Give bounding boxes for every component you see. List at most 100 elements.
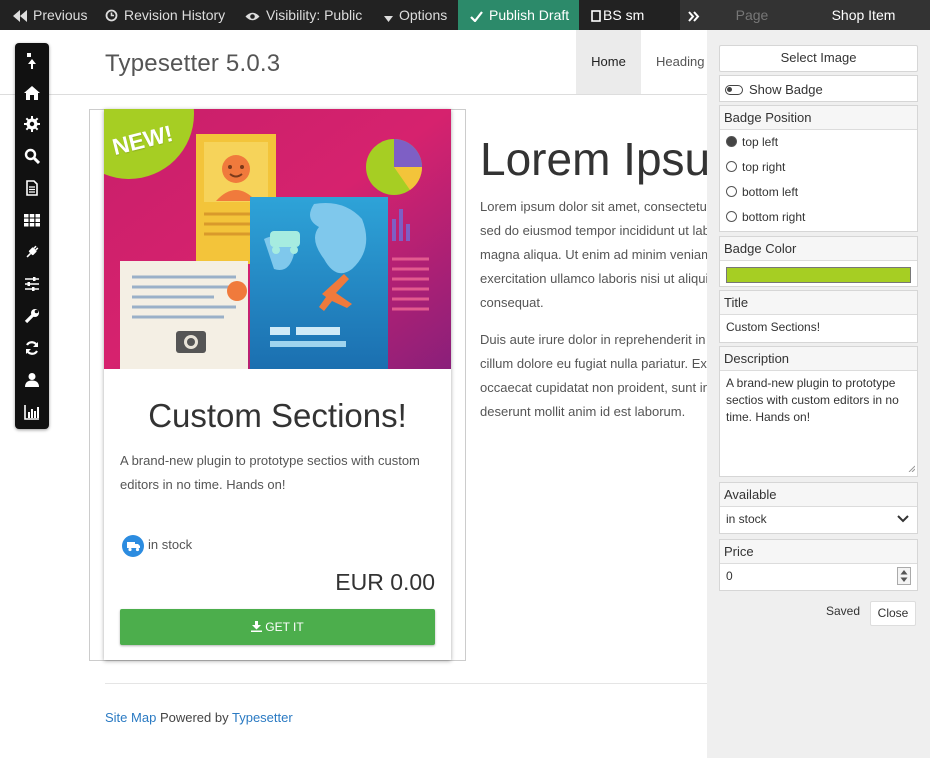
radio-selected-icon[interactable] xyxy=(726,136,737,147)
lorem-paragraph-1: Lorem ipsum dolor sit amet, consectetur … xyxy=(480,195,707,315)
radio-top-left[interactable]: top left xyxy=(720,130,917,155)
screen-icon xyxy=(591,10,601,22)
previous-label: Previous xyxy=(33,7,88,23)
gear-icon[interactable] xyxy=(24,116,40,132)
description-field-group: Description A brand-new plugin to protot… xyxy=(719,346,918,477)
description-text: A brand-new plugin to prototype sectios … xyxy=(726,376,899,424)
text-line: exercitation ullamco laboris nisi ut ali… xyxy=(480,271,707,286)
close-button[interactable]: Close xyxy=(870,601,916,626)
card-title: Custom Sections! xyxy=(148,397,407,434)
text-line: cillum dolore eu fugiat nulla pariatur. … xyxy=(480,356,707,371)
radio-bottom-left[interactable]: bottom left xyxy=(720,180,917,205)
badge-color-swatch[interactable] xyxy=(726,267,911,283)
grid-icon[interactable] xyxy=(24,212,40,228)
revision-history-label: Revision History xyxy=(124,7,226,23)
card-description: A brand-new plugin to prototype sectios … xyxy=(120,453,420,492)
move-icon[interactable] xyxy=(24,53,40,69)
bs-size-button[interactable]: BS sm xyxy=(591,0,644,30)
options-button[interactable]: Options xyxy=(384,0,447,30)
select-image-button[interactable]: Select Image xyxy=(719,45,918,72)
show-badge-toggle[interactable]: Show Badge xyxy=(719,75,918,102)
radio-top-right[interactable]: top right xyxy=(720,155,917,180)
available-value: in stock xyxy=(726,512,767,526)
get-it-label: GET IT xyxy=(265,620,304,634)
previous-button[interactable]: Previous xyxy=(13,0,87,30)
double-chevron-right-icon xyxy=(687,11,699,22)
radio-icon[interactable] xyxy=(726,161,737,172)
site-brand[interactable]: Typesetter 5.0.3 xyxy=(105,50,280,78)
shop-item-card[interactable]: NEW! Custom Sections! A brand-new plugin… xyxy=(104,109,451,660)
refresh-icon[interactable] xyxy=(24,340,40,356)
radio-label: top left xyxy=(742,135,779,149)
plug-icon[interactable] xyxy=(24,244,40,260)
radio-label: top right xyxy=(742,160,786,174)
footer-divider xyxy=(105,683,707,684)
site-header: Typesetter 5.0.3 Home Heading xyxy=(0,30,707,95)
eye-icon xyxy=(245,12,260,21)
expand-panel-button[interactable] xyxy=(680,0,707,30)
radio-label: bottom left xyxy=(742,185,799,199)
spinner-arrows-icon[interactable] xyxy=(898,568,910,584)
description-textarea[interactable]: A brand-new plugin to prototype sectios … xyxy=(720,371,917,474)
radio-icon[interactable] xyxy=(726,186,737,197)
price-label: Price xyxy=(720,540,917,564)
tab-page[interactable]: Page xyxy=(707,0,797,30)
tab-shop-item[interactable]: Shop Item xyxy=(797,0,930,30)
title-input[interactable]: Custom Sections! xyxy=(720,315,917,339)
sliders-icon[interactable] xyxy=(24,276,40,292)
text-line: Duis aute irure dolor in reprehenderit i… xyxy=(480,332,707,347)
nav-item-heading[interactable]: Heading xyxy=(656,30,704,94)
text-line: magna aliqua. Ut enim ad minim veniam, q… xyxy=(480,247,707,262)
toggle-on-icon[interactable] xyxy=(725,85,743,95)
bs-size-label: BS sm xyxy=(603,7,645,23)
show-badge-label: Show Badge xyxy=(749,82,823,97)
resize-handle-icon[interactable] xyxy=(908,465,915,472)
price-value: 0 xyxy=(726,569,733,583)
visibility-button[interactable]: Visibility: Public xyxy=(245,0,362,30)
site-footer: Site Map Powered by Typesetter xyxy=(105,710,293,725)
number-spinner[interactable] xyxy=(897,567,911,585)
available-label: Available xyxy=(720,483,917,507)
text-line: sed do eiusmod tempor incididunt ut labo… xyxy=(480,223,707,238)
product-image: NEW! xyxy=(104,109,451,369)
nav-item-home[interactable]: Home xyxy=(576,30,641,94)
wrench-icon[interactable] xyxy=(24,308,40,324)
search-icon[interactable] xyxy=(24,148,41,165)
options-label: Options xyxy=(399,7,448,23)
sitemap-link[interactable]: Site Map xyxy=(105,710,156,725)
visibility-label: Visibility: Public xyxy=(266,7,363,23)
stock-label: in stock xyxy=(148,537,193,552)
get-it-button[interactable]: GET IT xyxy=(120,609,435,645)
bar-chart-icon[interactable] xyxy=(24,404,40,420)
user-icon[interactable] xyxy=(24,372,40,388)
badge-position-group: Badge Position top left top right bottom… xyxy=(719,105,918,232)
history-icon xyxy=(105,9,118,22)
text-line: Lorem ipsum dolor sit amet, consectetur … xyxy=(480,199,707,214)
typesetter-link[interactable]: Typesetter xyxy=(232,710,293,725)
home-icon[interactable] xyxy=(24,85,40,101)
chevron-down-icon xyxy=(897,515,909,523)
price-field-group: Price 0 xyxy=(719,539,918,591)
available-select[interactable]: in stock xyxy=(720,507,917,531)
available-field-group: Available in stock xyxy=(719,482,918,534)
revision-history-button[interactable]: Revision History xyxy=(105,0,225,30)
badge-color-group: Badge Color xyxy=(719,236,918,287)
title-field-group: Title Custom Sections! xyxy=(719,290,918,343)
stock-status: in stock xyxy=(122,534,193,557)
saved-status: Saved xyxy=(826,604,861,618)
radio-bottom-right[interactable]: bottom right xyxy=(720,205,917,230)
lorem-paragraph-2: Duis aute irure dolor in reprehenderit i… xyxy=(480,328,707,424)
text-line: occaecat cupidatat non proident, sunt in… xyxy=(480,380,707,395)
new-badge-text: NEW! xyxy=(109,119,176,161)
admin-tool-strip xyxy=(15,43,49,429)
card-price: EUR 0.00 xyxy=(335,569,435,595)
publish-draft-button[interactable]: Publish Draft xyxy=(458,0,579,30)
powered-by-text: Powered by xyxy=(159,710,229,725)
radio-icon[interactable] xyxy=(726,211,737,222)
badge-position-label: Badge Position xyxy=(720,106,917,130)
document-icon[interactable] xyxy=(24,180,40,196)
badge-color-label: Badge Color xyxy=(720,237,917,261)
radio-label: bottom right xyxy=(742,210,806,224)
price-input[interactable]: 0 xyxy=(720,564,917,588)
title-label: Title xyxy=(720,291,917,315)
